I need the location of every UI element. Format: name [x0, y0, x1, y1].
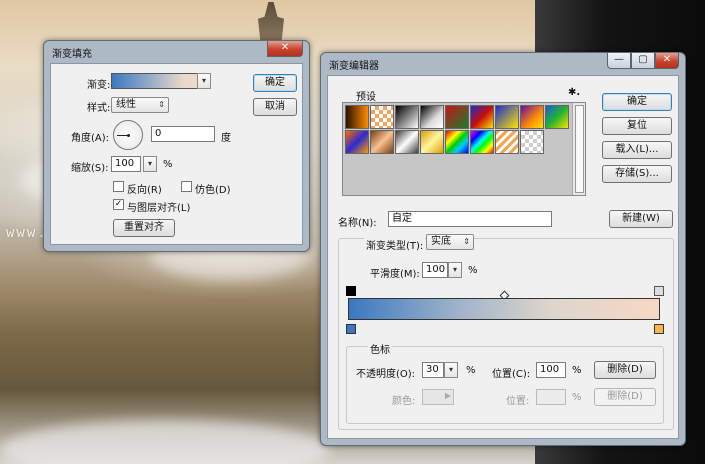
- gradient-type-label: 渐变类型(T):: [364, 237, 426, 252]
- delete-opacity-stop-button[interactable]: 删除(D): [594, 361, 656, 379]
- gradient-picker[interactable]: [111, 73, 209, 89]
- opacity-input[interactable]: 30: [422, 362, 444, 378]
- new-button[interactable]: 新建(W): [609, 210, 673, 228]
- ok-button[interactable]: 确定: [602, 93, 672, 111]
- stops-group-title: 色标: [368, 341, 392, 356]
- presets-label: 预设: [356, 92, 376, 103]
- presets-panel: [342, 102, 586, 196]
- preset-swatch[interactable]: [520, 105, 544, 129]
- location-input[interactable]: 100: [536, 362, 566, 378]
- castle-tower: [258, 2, 284, 44]
- preset-swatch[interactable]: [345, 130, 369, 154]
- scale-unit: %: [163, 159, 173, 170]
- preset-swatch[interactable]: [545, 105, 569, 129]
- reverse-checkbox[interactable]: [113, 181, 124, 192]
- title-bar[interactable]: 渐变填充 ✕: [44, 41, 309, 61]
- updown-arrow-icon: ⇕: [158, 100, 165, 109]
- color-stop-right[interactable]: [654, 324, 664, 334]
- color-menu-arrow-icon: ▶: [444, 391, 451, 400]
- cloud: [0, 420, 330, 464]
- color-label: 颜色:: [392, 396, 416, 407]
- presets-scrollbar[interactable]: [572, 103, 585, 195]
- gradient-dropdown-arrow[interactable]: ▾: [197, 73, 211, 89]
- preset-swatch[interactable]: [370, 105, 394, 129]
- gradient-preview-bar[interactable]: [348, 298, 660, 320]
- load-button[interactable]: 载入(L)...: [602, 141, 672, 159]
- angle-label: 角度(A):: [71, 133, 110, 144]
- reset-align-button[interactable]: 重置对齐: [113, 219, 175, 237]
- dialog-title: 渐变填充: [52, 49, 92, 60]
- dither-checkbox[interactable]: [181, 181, 192, 192]
- style-select[interactable]: 线性 ⇕: [111, 97, 169, 113]
- color-location-unit: %: [572, 392, 582, 403]
- scrollbar-thumb[interactable]: [575, 105, 584, 193]
- scale-label: 缩放(S):: [71, 163, 109, 174]
- align-label: 与图层对齐(L): [127, 203, 191, 214]
- preset-swatch[interactable]: [520, 130, 544, 154]
- preset-swatch[interactable]: [445, 130, 469, 154]
- preset-swatch[interactable]: [495, 105, 519, 129]
- preset-swatch[interactable]: [495, 130, 519, 154]
- gradient-fill-dialog: 渐变填充 ✕ 渐变: ▾ 样式: 线性 ⇕ 角度(A): 0 度 缩放(S): …: [43, 40, 310, 252]
- smoothness-label: 平滑度(M):: [370, 269, 420, 280]
- cancel-button[interactable]: 取消: [253, 98, 297, 116]
- preset-swatch[interactable]: [420, 130, 444, 154]
- ok-button[interactable]: 确定: [253, 74, 297, 92]
- gear-icon[interactable]: ✱.: [568, 87, 580, 98]
- preset-swatch[interactable]: [470, 105, 494, 129]
- angle-input[interactable]: 0: [151, 126, 215, 142]
- preset-swatch[interactable]: [345, 105, 369, 129]
- close-button[interactable]: ✕: [267, 41, 303, 57]
- scale-dropdown-arrow[interactable]: ▾: [143, 156, 157, 172]
- opacity-unit: %: [466, 365, 476, 376]
- color-location-label: 位置:: [506, 396, 530, 407]
- preset-swatch[interactable]: [395, 105, 419, 129]
- updown-arrow-icon: ⇕: [463, 237, 470, 246]
- opacity-stop-right[interactable]: [654, 286, 664, 296]
- opacity-stop-left[interactable]: [346, 286, 356, 296]
- save-button[interactable]: 存储(S)...: [602, 165, 672, 183]
- angle-dial-center: [127, 134, 130, 137]
- smoothness-input[interactable]: 100: [422, 262, 448, 278]
- name-label: 名称(N):: [338, 218, 377, 229]
- angle-unit: 度: [221, 133, 231, 144]
- preset-swatch[interactable]: [395, 130, 419, 154]
- reverse-label: 反向(R): [127, 185, 162, 196]
- reset-button[interactable]: 复位: [602, 117, 672, 135]
- smoothness-dropdown-arrow[interactable]: ▾: [448, 262, 462, 278]
- close-button[interactable]: ✕: [655, 53, 679, 69]
- color-stop-left[interactable]: [346, 324, 356, 334]
- smoothness-unit: %: [468, 265, 478, 276]
- name-input[interactable]: 自定: [388, 211, 552, 227]
- align-checkbox[interactable]: ✓: [113, 199, 124, 210]
- dialog-title: 渐变编辑器: [329, 61, 379, 72]
- gradient-label: 渐变:: [87, 80, 111, 91]
- preset-swatch[interactable]: [370, 130, 394, 154]
- opacity-dropdown-arrow[interactable]: ▾: [444, 362, 458, 378]
- preset-swatch[interactable]: [470, 130, 494, 154]
- scale-input[interactable]: 100: [111, 156, 141, 172]
- location-unit: %: [572, 365, 582, 376]
- dialog-body: 渐变: ▾ 样式: 线性 ⇕ 角度(A): 0 度 缩放(S): 100 ▾ %…: [50, 63, 303, 245]
- dither-label: 仿色(D): [195, 185, 231, 196]
- color-location-input[interactable]: [536, 389, 566, 405]
- opacity-label: 不透明度(O):: [356, 369, 416, 380]
- preset-swatch[interactable]: [445, 105, 469, 129]
- gradient-editor-dialog: 渐变编辑器 — ▢ ✕ 预设 ✱. 确定 复位 载入(L)... 存储(S)..…: [320, 52, 686, 446]
- style-value: 线性: [116, 99, 136, 110]
- title-bar[interactable]: 渐变编辑器 — ▢ ✕: [321, 53, 685, 73]
- gradient-type-value: 实底: [431, 236, 451, 247]
- angle-dial[interactable]: [113, 120, 143, 150]
- gradient-type-select[interactable]: 实底 ⇕: [426, 234, 474, 250]
- stops-group: [346, 346, 664, 424]
- style-label: 样式:: [87, 103, 111, 114]
- location-label: 位置(C):: [492, 369, 531, 380]
- preset-swatch[interactable]: [420, 105, 444, 129]
- delete-color-stop-button[interactable]: 删除(D): [594, 388, 656, 406]
- dialog-body: 预设 ✱. 确定 复位 载入(L)... 存储(S)... 名称(N): 自定 …: [327, 75, 679, 439]
- maximize-button[interactable]: ▢: [631, 53, 655, 69]
- minimize-button[interactable]: —: [607, 53, 631, 69]
- color-swatch-disabled[interactable]: ▶: [422, 389, 454, 405]
